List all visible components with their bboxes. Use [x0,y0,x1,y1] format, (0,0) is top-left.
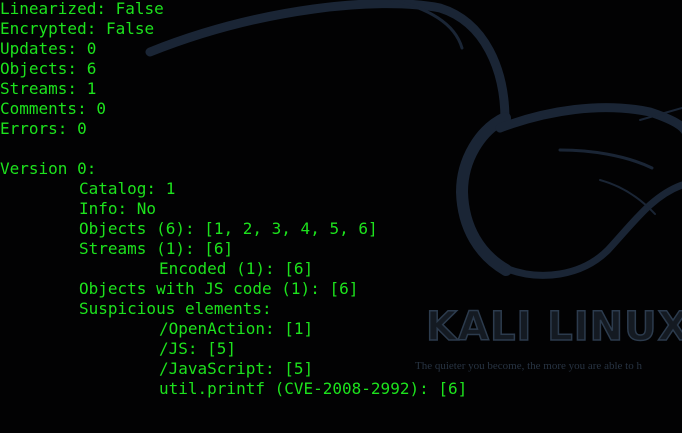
output-line-encrypted: Encrypted: False [0,19,155,38]
output-line-version-streams: Streams (1): [6] [79,239,234,258]
output-line-js: /JS: [5] [159,339,237,358]
output-line-errors: Errors: 0 [0,119,87,138]
output-line-js-objects: Objects with JS code (1): [6] [79,279,359,298]
output-line-version-heading: Version 0: [0,159,97,178]
output-line-encoded: Encoded (1): [6] [159,259,314,278]
terminal-output: Linearized: False Encrypted: False Updat… [0,0,467,399]
output-line-linearized: Linearized: False [0,0,164,18]
output-line-updates: Updates: 0 [0,39,97,58]
terminal-window: KALI LINUX The quieter you become, the m… [0,0,682,433]
output-line-util-printf: util.printf (CVE-2008-2992): [6] [159,379,468,398]
output-line-version-objects: Objects (6): [1, 2, 3, 4, 5, 6] [79,219,378,238]
output-blank-line [0,139,467,159]
output-line-comments: Comments: 0 [0,99,106,118]
output-line-streams: Streams: 1 [0,79,97,98]
output-line-objects: Objects: 6 [0,59,97,78]
output-line-info: Info: No [79,199,157,218]
output-line-openaction: /OpenAction: [1] [159,319,314,338]
output-line-javascript: /JavaScript: [5] [159,359,314,378]
output-line-catalog: Catalog: 1 [79,179,176,198]
output-line-suspicious-heading: Suspicious elements: [79,299,272,318]
